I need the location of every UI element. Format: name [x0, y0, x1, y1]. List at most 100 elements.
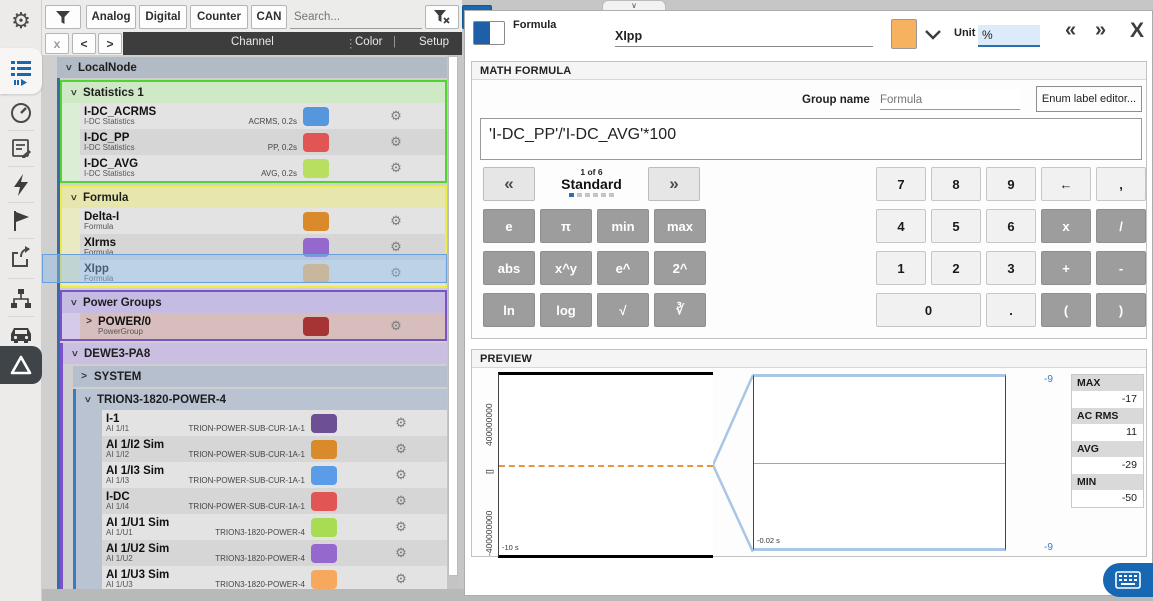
channel-color-swatch[interactable] [311, 414, 337, 433]
on-screen-keyboard-button[interactable] [1103, 563, 1153, 597]
channel-row[interactable]: I-DC AI 1/I4TRION-POWER-SUB-CUR-1A-1 ⚙ [76, 488, 447, 514]
dewetron-logo-icon[interactable] [0, 346, 42, 384]
channel-color-swatch[interactable] [303, 317, 329, 336]
fn-key-max[interactable]: max [654, 209, 706, 243]
channel-row[interactable]: AI 1/I3 Sim AI 1/I3TRION-POWER-SUB-CUR-1… [76, 462, 447, 488]
channel-setup-gear-icon[interactable]: ⚙ [355, 441, 447, 457]
fn-key-pow[interactable]: x^y [540, 251, 592, 285]
column-channel[interactable]: Channel [231, 36, 274, 48]
channel-color-swatch[interactable] [303, 159, 329, 178]
num-key-0[interactable]: 0 [876, 293, 981, 327]
group-localnode[interactable]: > LocalNode [57, 57, 447, 78]
list-scrollbar[interactable] [447, 55, 459, 589]
channel-setup-gear-icon[interactable]: ⚙ [347, 108, 445, 124]
preview-overview-chart[interactable]: -10 s [498, 372, 713, 558]
keypad-page-next-button[interactable]: » [648, 167, 700, 201]
channel-color-swatch[interactable] [303, 107, 329, 126]
keypad-page-prev-button[interactable]: « [483, 167, 535, 201]
channel-row-selected[interactable]: XIpp Formula ⚙ [62, 260, 445, 286]
open-paren-key[interactable]: ( [1041, 293, 1091, 327]
nav-forward-button[interactable]: > [98, 33, 122, 54]
group-statistics[interactable]: > Statistics 1 [62, 82, 445, 103]
channel-setup-gear-icon[interactable]: ⚙ [347, 134, 445, 150]
channel-row[interactable]: Delta-I Formula ⚙ [62, 208, 445, 234]
close-editor-button[interactable]: X [1130, 19, 1144, 43]
marker-flag-icon[interactable] [0, 204, 42, 238]
channel-row[interactable]: AI 1/U2 Sim AI 1/U2TRION3-1820-POWER-4 ⚙ [76, 540, 447, 566]
channel-color-swatch[interactable] [311, 570, 337, 589]
channel-row[interactable]: AI 1/U3 Sim AI 1/U3TRION3-1820-POWER-4 ⚙ [76, 566, 447, 589]
num-key-5[interactable]: 5 [931, 209, 981, 243]
fn-key-sqrt[interactable]: √ [597, 293, 649, 327]
report-setup-icon[interactable] [0, 132, 42, 166]
decimal-key[interactable]: . [986, 293, 1036, 327]
fn-key-exp[interactable]: e^ [597, 251, 649, 285]
color-dropdown-chevron-icon[interactable] [924, 27, 942, 45]
channel-row[interactable]: >POWER/0 PowerGroup ⚙ [62, 313, 445, 339]
num-key-8[interactable]: 8 [931, 167, 981, 201]
channel-color-picker[interactable] [891, 19, 917, 49]
clear-filter-button[interactable] [425, 5, 459, 29]
filter-analog-button[interactable]: Analog [86, 5, 136, 29]
channel-setup-gear-icon[interactable]: ⚙ [355, 519, 447, 535]
channel-row[interactable]: I-DC_PP I-DC StatisticsPP, 0.2s ⚙ [62, 129, 445, 155]
group-formula[interactable]: > Formula [62, 187, 445, 208]
divide-key[interactable]: / [1096, 209, 1146, 243]
enum-label-editor-button[interactable]: Enum label editor... [1036, 86, 1142, 112]
channel-color-swatch[interactable] [311, 518, 337, 537]
plus-key[interactable]: + [1041, 251, 1091, 285]
fn-key-log[interactable]: log [540, 293, 592, 327]
column-color[interactable]: Color [355, 36, 382, 48]
channel-enable-toggle[interactable] [473, 21, 505, 45]
unit-input[interactable] [978, 25, 1040, 47]
group-trion3-1820-power-4[interactable]: > TRION3-1820-POWER-4 [76, 389, 447, 410]
channel-row[interactable]: I-DC_AVG I-DC StatisticsAVG, 0.2s ⚙ [62, 155, 445, 181]
channel-row[interactable]: I-1 AI 1/I1TRION-POWER-SUB-CUR-1A-1 ⚙ [76, 410, 447, 436]
channel-setup-gear-icon[interactable]: ⚙ [347, 160, 445, 176]
fn-key-ln[interactable]: ln [483, 293, 535, 327]
channel-setup-gear-icon[interactable]: ⚙ [347, 213, 445, 229]
group-system[interactable]: > SYSTEM [73, 366, 447, 387]
export-share-icon[interactable] [0, 240, 42, 274]
channel-setup-gear-icon[interactable]: ⚙ [355, 493, 447, 509]
next-channel-button[interactable]: » [1095, 19, 1106, 42]
channel-color-swatch[interactable] [311, 440, 337, 459]
channel-setup-gear-icon[interactable]: ⚙ [355, 571, 447, 587]
trigger-lightning-icon[interactable] [0, 168, 42, 202]
num-key-7[interactable]: 7 [876, 167, 926, 201]
minus-key[interactable]: - [1096, 251, 1146, 285]
filter-icon-button[interactable] [45, 5, 81, 29]
channel-color-swatch[interactable] [303, 238, 329, 257]
fn-key-min[interactable]: min [597, 209, 649, 243]
num-key-3[interactable]: 3 [986, 251, 1036, 285]
multiply-key[interactable]: x [1041, 209, 1091, 243]
group-name-input[interactable] [880, 90, 1020, 110]
filter-can-button[interactable]: CAN [251, 5, 287, 29]
search-input[interactable] [290, 5, 422, 29]
channel-color-swatch[interactable] [303, 212, 329, 231]
num-key-2[interactable]: 2 [931, 251, 981, 285]
network-sitemap-icon[interactable] [0, 282, 42, 316]
channel-row[interactable]: AI 1/U1 Sim AI 1/U1TRION3-1820-POWER-4 ⚙ [76, 514, 447, 540]
preview-zoom-chart[interactable]: -0.02 s [753, 374, 1006, 551]
fn-key-cbrt[interactable]: ∛ [654, 293, 706, 327]
formula-expression-input[interactable]: 'I-DC_PP'/'I-DC_AVG'*100 [480, 118, 1142, 160]
prev-channel-button[interactable]: « [1065, 19, 1076, 42]
list-scrollbar-thumb[interactable] [448, 56, 458, 576]
channel-setup-gear-icon[interactable]: ⚙ [347, 265, 445, 281]
channel-name-input[interactable] [615, 25, 873, 47]
close-paren-key[interactable]: ) [1096, 293, 1146, 327]
num-key-1[interactable]: 1 [876, 251, 926, 285]
channel-color-swatch[interactable] [303, 133, 329, 152]
channel-setup-gear-icon[interactable]: ⚙ [355, 545, 447, 561]
channel-setup-gear-icon[interactable]: ⚙ [355, 467, 447, 483]
group-dewe3-pa8[interactable]: > DEWE3-PA8 [63, 343, 447, 364]
channel-color-swatch[interactable] [311, 544, 337, 563]
fn-key-e[interactable]: e [483, 209, 535, 243]
channel-row[interactable]: I-DC_ACRMS I-DC StatisticsACRMS, 0.2s ⚙ [62, 103, 445, 129]
num-key-4[interactable]: 4 [876, 209, 926, 243]
num-key-9[interactable]: 9 [986, 167, 1036, 201]
fn-key-pow2[interactable]: 2^ [654, 251, 706, 285]
channel-row[interactable]: AI 1/I2 Sim AI 1/I2TRION-POWER-SUB-CUR-1… [76, 436, 447, 462]
group-power-groups[interactable]: > Power Groups [62, 292, 445, 313]
